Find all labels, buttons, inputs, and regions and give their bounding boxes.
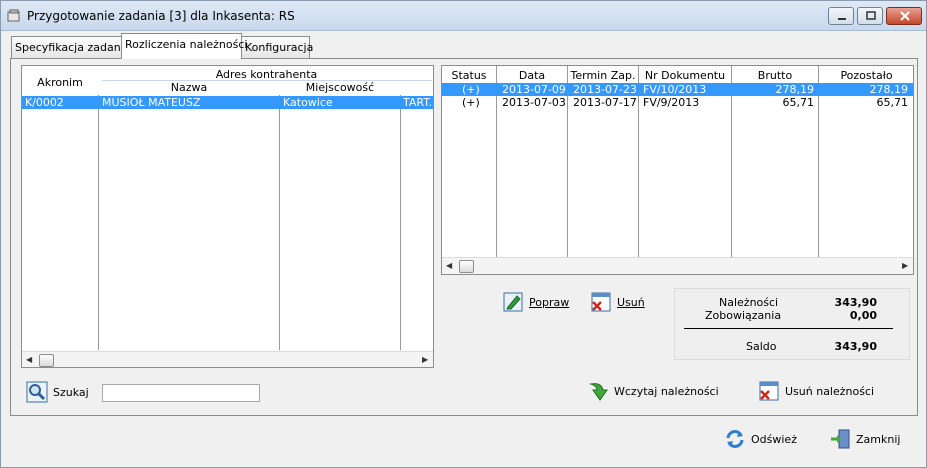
zamknij-button[interactable]: Zamknij	[829, 428, 900, 450]
column-header-pozostalo[interactable]: Pozostało	[819, 69, 913, 82]
odswiez-button[interactable]: Odśwież	[724, 428, 797, 450]
close-button[interactable]	[886, 7, 922, 25]
app-icon	[7, 9, 20, 22]
cell-brutto: 65,71	[782, 96, 815, 109]
maximize-button[interactable]	[857, 7, 883, 25]
scroll-thumb[interactable]	[459, 260, 474, 273]
scroll-thumb[interactable]	[39, 354, 54, 367]
naleznosci-value: 343,90	[834, 296, 877, 309]
usun-button[interactable]: Usuń	[590, 291, 645, 313]
usun-label: Usuń	[617, 295, 645, 309]
usun-naleznosci-button[interactable]: Usuń należności	[758, 380, 874, 402]
contractors-grid[interactable]: Akronim Adres kontrahenta Nazwa Miejscow…	[21, 65, 434, 368]
horizontal-scrollbar[interactable]: ◀ ▶	[22, 351, 433, 367]
edit-icon	[503, 292, 523, 312]
cell-status: (+)	[462, 83, 480, 96]
window-title: Przygotowanie zadania [3] dla Inkasenta:…	[27, 9, 295, 23]
download-arrow-icon	[589, 383, 608, 401]
app-window: Przygotowanie zadania [3] dla Inkasenta:…	[0, 0, 927, 468]
popraw-button[interactable]: Popraw	[502, 291, 569, 313]
cell-termin: 2013-07-23	[573, 83, 637, 96]
delete-icon	[759, 381, 779, 401]
delete-icon	[591, 292, 611, 312]
close-icon	[900, 11, 910, 21]
summary-divider	[684, 328, 893, 329]
tab-konfiguracja[interactable]: Konfiguracja	[241, 36, 314, 58]
minimize-button[interactable]	[828, 7, 854, 25]
tab-label: Specyfikacja zadania	[15, 41, 131, 54]
cell-nazwa: MUSIOŁ MATEUSZ	[102, 96, 201, 109]
scroll-right-icon[interactable]: ▶	[902, 261, 908, 270]
wczytaj-naleznosci-button[interactable]: Wczytaj należności	[587, 380, 719, 402]
saldo-value: 343,90	[834, 340, 877, 353]
szukaj-label: Szukaj	[53, 385, 89, 399]
column-header-nr-dokumentu[interactable]: Nr Dokumentu	[639, 69, 731, 82]
cell-status: (+)	[462, 96, 480, 109]
cell-data: 2013-07-09	[502, 83, 566, 96]
cell-data: 2013-07-03	[502, 96, 566, 109]
table-row[interactable]: (+) 2013-07-09 2013-07-23 FV/10/2013 278…	[442, 83, 913, 96]
naleznosci-label: Należności	[719, 296, 779, 309]
column-header-termin[interactable]: Termin Zap.	[568, 69, 638, 82]
table-row[interactable]: K/0002 MUSIOŁ MATEUSZ Katowice TART.	[22, 96, 433, 109]
column-header-data[interactable]: Data	[497, 69, 567, 82]
tab-rozliczenia[interactable]: Rozliczenia należności	[121, 33, 247, 59]
table-row[interactable]: (+) 2013-07-03 2013-07-17 FV/9/2013 65,7…	[442, 96, 913, 109]
zobowiazania-label: Zobowiązania	[705, 309, 782, 322]
szukaj-button[interactable]: Szukaj	[26, 381, 89, 403]
column-header-status[interactable]: Status	[442, 69, 496, 82]
cell-brutto: 278,19	[775, 83, 815, 96]
summary-panel: Należności 343,90 Zobowiązania 0,00 Sald…	[674, 288, 910, 360]
documents-grid[interactable]: Status Data Termin Zap. Nr Dokumentu Bru…	[441, 65, 914, 275]
column-header-akronim[interactable]: Akronim	[22, 76, 98, 89]
column-divider	[400, 95, 401, 350]
tab-specyfikacja[interactable]: Specyfikacja zadania	[11, 36, 130, 58]
tab-label: Konfiguracja	[245, 41, 314, 54]
usun-naleznosci-label: Usuń należności	[785, 384, 875, 398]
scroll-left-icon[interactable]: ◀	[26, 355, 32, 364]
zobowiazania-value: 0,00	[849, 309, 877, 322]
popraw-label: Popraw	[529, 295, 570, 309]
search-input[interactable]	[102, 384, 260, 402]
search-icon	[26, 381, 48, 403]
cell-miejscowosc: Katowice	[283, 96, 333, 109]
tab-label: Rozliczenia należności	[125, 38, 248, 51]
cell-pozostalo: 278,19	[869, 83, 909, 96]
title-bar: Przygotowanie zadania [3] dla Inkasenta:…	[1, 1, 926, 31]
saldo-label: Saldo	[746, 340, 777, 353]
cell-akronim: K/0002	[25, 96, 64, 109]
cell-nr-dokumentu: FV/9/2013	[643, 96, 700, 109]
column-header-nazwa[interactable]: Nazwa	[99, 81, 279, 94]
odswiez-label: Odśwież	[751, 432, 797, 446]
column-divider	[98, 95, 99, 350]
cell-termin: 2013-07-17	[573, 96, 637, 109]
cell-pozostalo: 65,71	[876, 96, 909, 109]
scroll-left-icon[interactable]: ◀	[446, 261, 452, 270]
cell-nr-dokumentu: FV/10/2013	[643, 83, 707, 96]
column-divider	[279, 95, 280, 350]
column-header-brutto[interactable]: Brutto	[732, 69, 818, 82]
minimize-icon	[838, 18, 846, 20]
column-header-miejscowosc[interactable]: Miejscowość	[280, 81, 400, 94]
wczytaj-naleznosci-label: Wczytaj należności	[614, 384, 719, 398]
horizontal-scrollbar[interactable]: ◀ ▶	[442, 257, 913, 274]
zamknij-label: Zamknij	[856, 432, 901, 446]
scroll-right-icon[interactable]: ▶	[422, 355, 428, 364]
cell-extra: TART.	[403, 96, 433, 109]
maximize-icon	[866, 11, 876, 20]
exit-door-icon	[831, 429, 850, 449]
refresh-icon	[726, 430, 744, 448]
